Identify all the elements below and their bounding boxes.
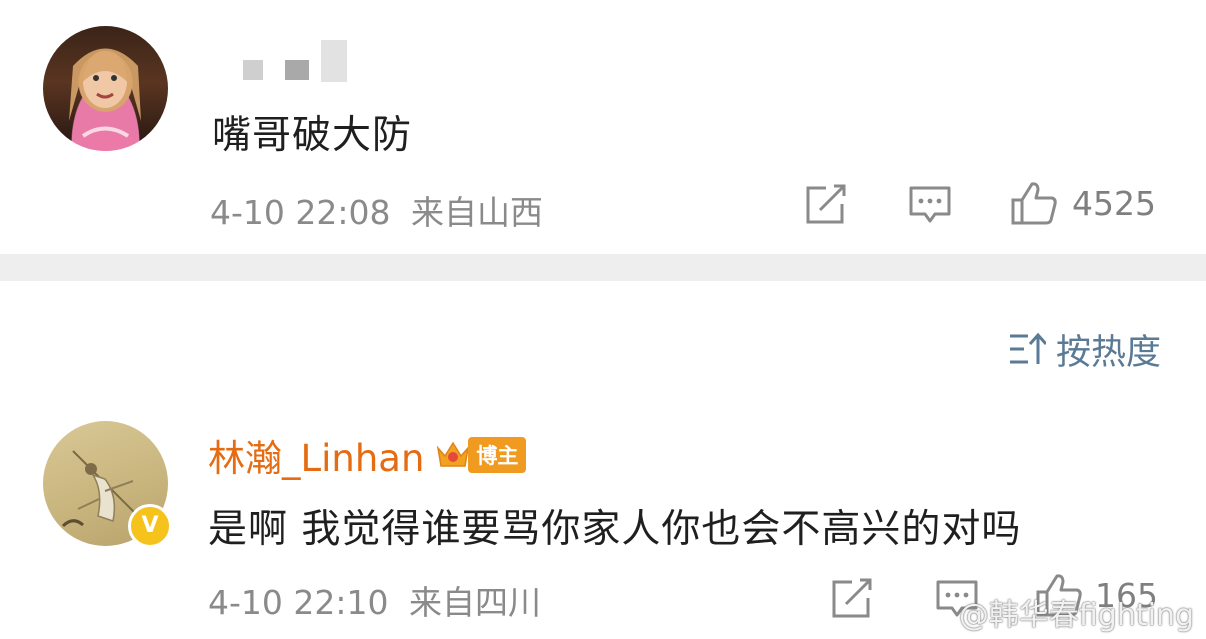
- comment-text: 嘴哥破大防: [212, 113, 413, 158]
- blogger-badge[interactable]: 博主: [436, 437, 527, 473]
- crown-icon: [437, 441, 470, 467]
- timestamp: 4-10 22:08: [210, 193, 391, 232]
- share-button[interactable]: [804, 184, 848, 226]
- sort-by-hot-button[interactable]: 按热度: [1008, 328, 1161, 373]
- comment-icon: [909, 186, 951, 223]
- timestamp: 4-10 22:10: [208, 583, 389, 622]
- comment-button[interactable]: [908, 184, 952, 226]
- username[interactable]: 林瀚_Linhan: [208, 428, 424, 482]
- verified-badge: V: [128, 504, 172, 548]
- sort-label: 按热度: [1055, 332, 1161, 373]
- location: 来自四川: [409, 583, 541, 622]
- share-icon: [832, 578, 872, 618]
- badge-label: 博主: [468, 437, 527, 473]
- watermark: @韩华春fighting: [958, 598, 1194, 633]
- section-divider: [0, 254, 1206, 281]
- location: 来自山西: [411, 193, 543, 232]
- share-button[interactable]: [830, 578, 874, 620]
- sort-icon: [1009, 332, 1046, 364]
- like-button[interactable]: 4525: [1010, 180, 1156, 226]
- comment-text: 是啊 我觉得谁要骂你家人你也会不高兴的对吗: [208, 507, 1022, 552]
- username-row: 林瀚_Linhan 博主: [208, 428, 527, 482]
- like-count: 4525: [1072, 183, 1156, 223]
- comment-meta: 4-10 22:08 来自山西: [210, 186, 543, 234]
- comment-meta: 4-10 22:10 来自四川: [208, 576, 541, 624]
- thumbs-up-icon: [1011, 182, 1057, 225]
- user-avatar[interactable]: [43, 26, 168, 151]
- share-icon: [806, 184, 846, 224]
- user-avatar[interactable]: V: [43, 421, 172, 548]
- masked-username[interactable]: [243, 40, 353, 82]
- girl-avatar-icon: [63, 48, 148, 151]
